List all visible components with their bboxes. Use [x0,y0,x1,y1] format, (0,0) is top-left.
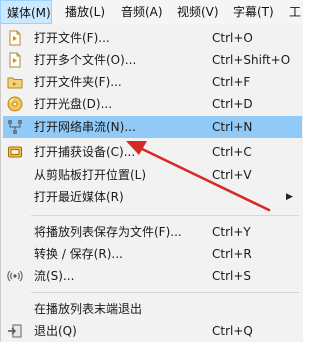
menu-separator [31,215,299,216]
open-multiple-files-icon [7,52,23,68]
menu-item-open-disc[interactable]: 打开光盘(D)... Ctrl+D [3,93,302,115]
menu-video[interactable]: 视频(V) [177,0,219,24]
menu-item-shortcut: Ctrl+D [212,97,253,111]
menu-item-label: 打开文件(F)... [34,31,110,45]
menu-item-open-recent-media[interactable]: 打开最近媒体(R) ▶ [3,186,302,208]
menu-item-label: 打开网络串流(N)... [34,120,136,134]
menu-audio[interactable]: 音频(A) [121,0,163,24]
menu-item-shortcut: Ctrl+R [212,247,252,261]
menu-item-label: 在播放列表末端退出 [34,302,143,316]
menu-item-label: 打开捕获设备(C)... [34,145,136,159]
menu-item-open-folder[interactable]: 打开文件夹(F)... Ctrl+F [3,71,302,93]
menu-item-label: 将播放列表保存为文件(F)... [34,225,182,239]
menu-item-open-multiple-files[interactable]: 打开多个文件(O)... Ctrl+Shift+O [3,49,302,71]
menu-separator [31,292,299,293]
folder-icon [7,74,23,90]
menu-item-shortcut: Ctrl+N [212,120,253,134]
menu-item-label: 流(S)... [34,269,75,283]
menu-item-label: 打开文件夹(F)... [34,75,122,89]
disc-icon [7,96,23,112]
network-icon [7,119,23,135]
exit-icon [7,323,23,339]
menu-item-shortcut: Ctrl+Y [212,225,251,239]
menu-item-save-playlist[interactable]: 将播放列表保存为文件(F)... Ctrl+Y [3,221,302,243]
chevron-right-icon: ▶ [286,192,293,202]
menu-item-stream[interactable]: 流(S)... Ctrl+S [3,265,302,287]
menu-item-quit[interactable]: 退出(Q) Ctrl+Q [3,320,302,342]
menu-item-quit-at-end-of-playlist[interactable]: 在播放列表末端退出 [3,298,302,320]
menu-tools[interactable]: 工 [289,0,301,24]
menu-item-shortcut: Ctrl+Q [212,324,253,338]
menu-media[interactable]: 媒体(M) [0,0,52,24]
capture-device-icon [7,144,23,160]
menu-item-open-file[interactable]: 打开文件(F)... Ctrl+O [3,27,302,49]
menu-item-label: 退出(Q) [34,324,77,338]
menu-item-shortcut: Ctrl+O [212,31,253,45]
menu-playback[interactable]: 播放(L) [65,0,105,24]
menu-item-label: 打开多个文件(O)... [34,53,137,67]
menu-subtitle[interactable]: 字幕(T) [233,0,274,24]
menu-item-open-network-stream[interactable]: 打开网络串流(N)... Ctrl+N [3,116,302,138]
menu-item-label: 转换 / 保存(R)... [34,247,123,261]
media-dropdown-menu: 打开文件(F)... Ctrl+O 打开多个文件(O)... Ctrl+Shif… [0,24,303,342]
open-file-icon [7,30,23,46]
stream-icon [7,268,23,284]
menu-item-shortcut: Ctrl+V [212,168,252,182]
menu-item-open-location-from-clipboard[interactable]: 从剪贴板打开位置(L) Ctrl+V [3,164,302,186]
menu-item-convert-save[interactable]: 转换 / 保存(R)... Ctrl+R [3,243,302,265]
menu-item-label: 打开光盘(D)... [34,97,113,111]
menu-item-shortcut: Ctrl+F [212,75,251,89]
menu-item-label: 从剪贴板打开位置(L) [34,168,147,182]
menu-item-shortcut: Ctrl+Shift+O [212,53,291,67]
menu-item-shortcut: Ctrl+S [212,269,252,283]
menu-item-open-capture-device[interactable]: 打开捕获设备(C)... Ctrl+C [3,141,302,163]
menu-item-label: 打开最近媒体(R) [34,190,124,204]
menu-item-shortcut: Ctrl+C [212,145,252,159]
menu-bar: 媒体(M) 播放(L) 音频(A) 视频(V) 字幕(T) 工 [0,0,303,25]
